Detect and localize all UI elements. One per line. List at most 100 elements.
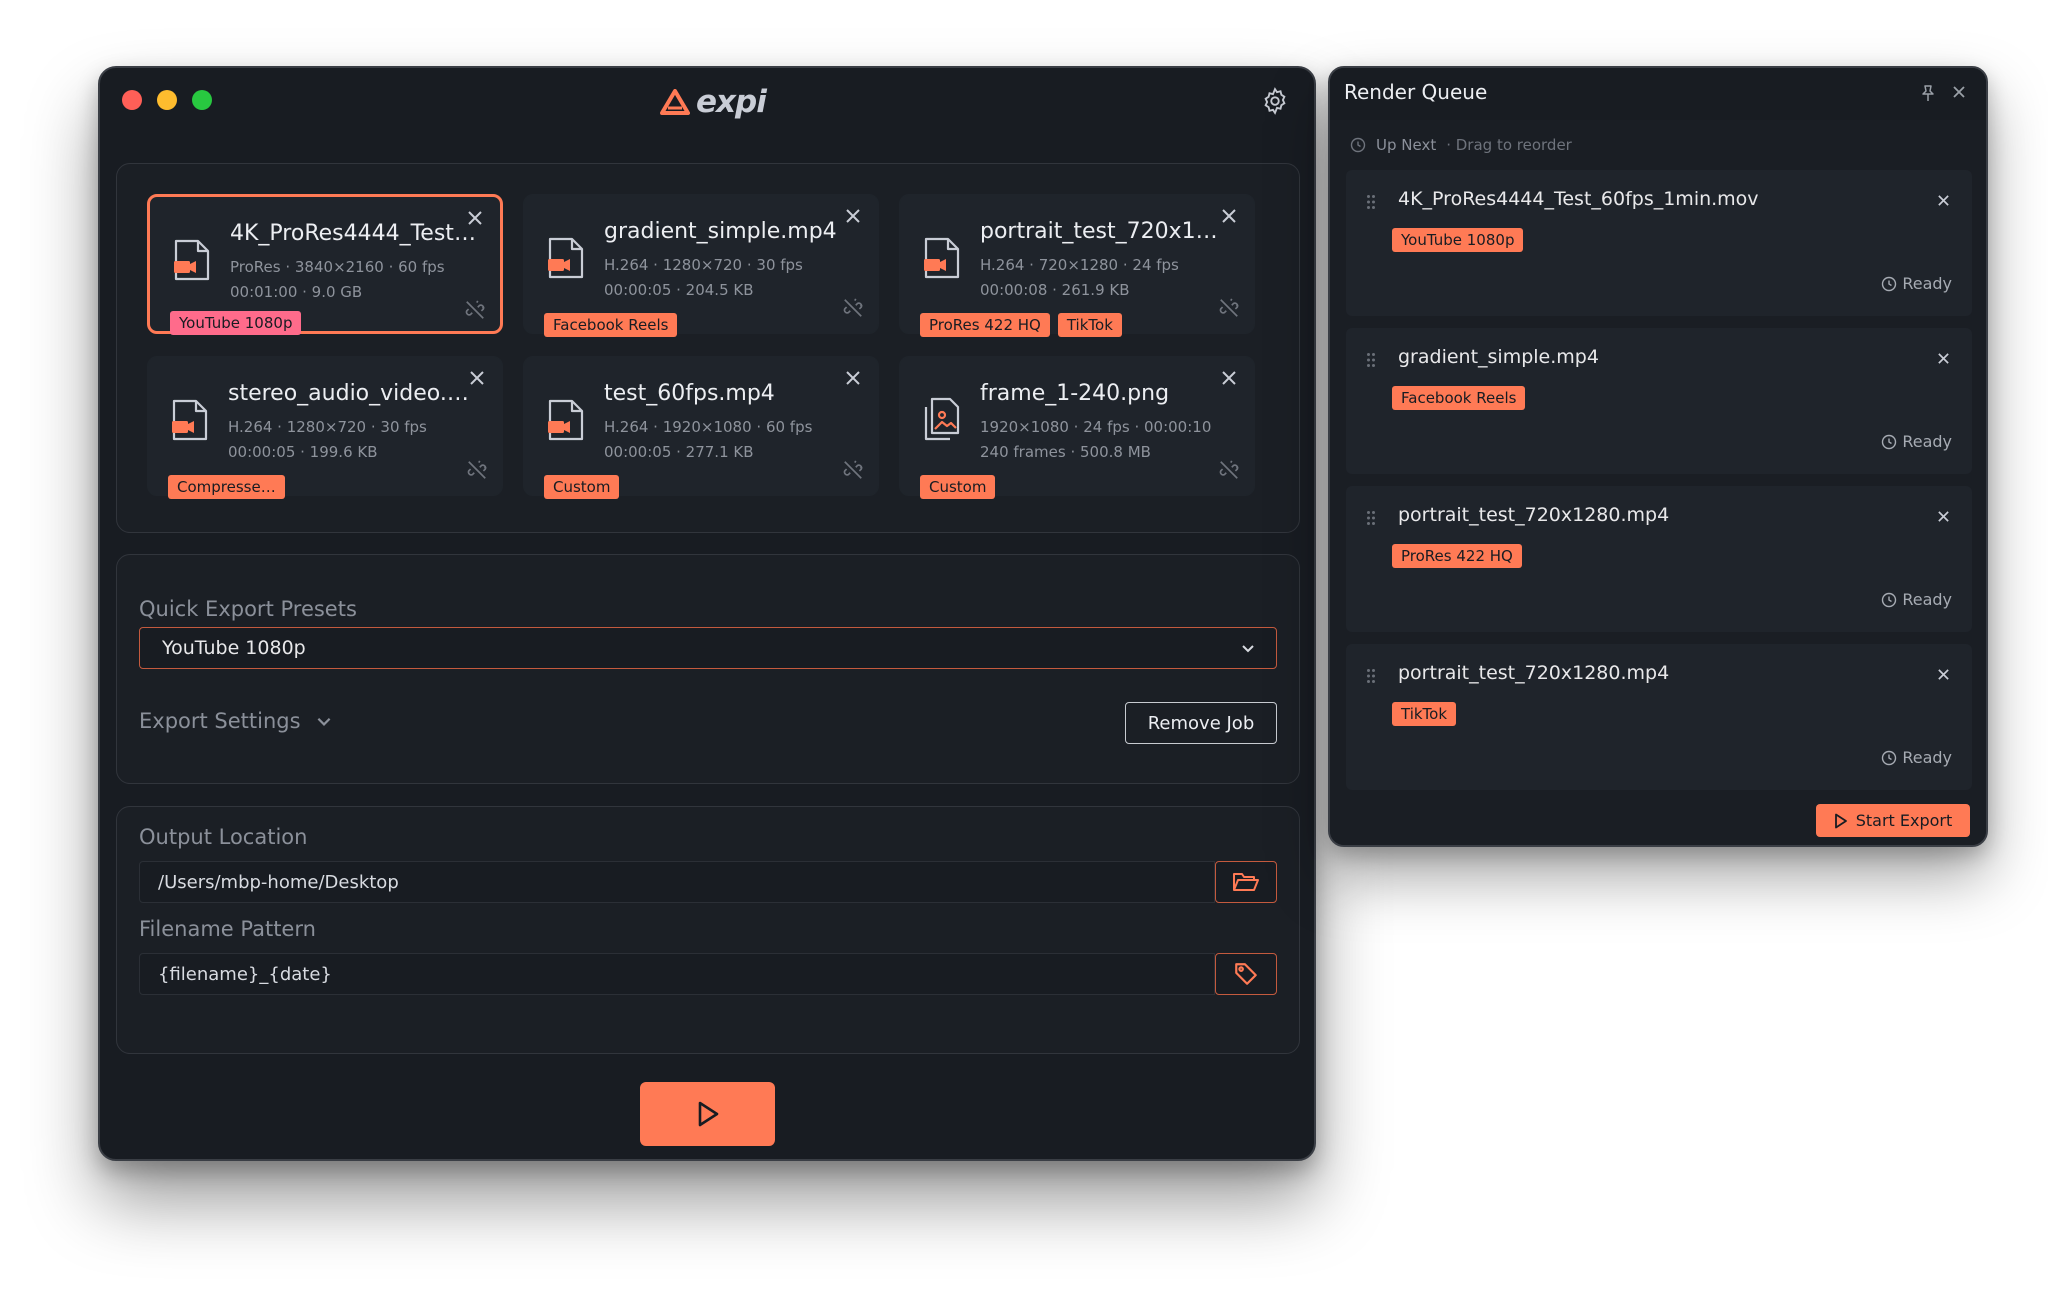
chevron-down-icon [1242, 645, 1254, 653]
preset-tags: YouTube 1080p [170, 311, 302, 335]
clock-icon [1882, 750, 1897, 765]
queue-item-name: gradient_simple.mp4 [1398, 346, 1599, 368]
close-icon[interactable] [1220, 369, 1238, 387]
file-meta-line: H.264 · 1280×720 · 30 fps [228, 418, 427, 436]
file-meta-line: 00:00:05 · 204.5 KB [604, 281, 754, 299]
video-file-icon [546, 397, 586, 443]
start-export-label: Start Export [1855, 811, 1953, 830]
unlink-icon[interactable] [842, 297, 864, 319]
preset-tag: YouTube 1080p [1392, 228, 1524, 252]
clock-icon [1882, 276, 1897, 291]
file-card[interactable]: 4K_ProRes4444_Test_6… ProRes · 3840×2160… [147, 194, 503, 335]
queue-item-status: Ready [1881, 432, 1952, 451]
close-icon[interactable] [1220, 207, 1238, 225]
close-window-button[interactable] [122, 90, 142, 110]
queue-item-status: Ready [1881, 748, 1952, 767]
file-meta-line: H.264 · 720×1280 · 24 fps [980, 256, 1179, 274]
remove-job-button[interactable]: Remove Job [1125, 702, 1277, 744]
drag-handle-icon[interactable] [1366, 668, 1376, 684]
preset-tag: YouTube 1080p [170, 311, 302, 335]
preset-tag: ProRes 422 HQ [1392, 544, 1522, 568]
file-card[interactable]: portrait_test_720x1280.… H.264 · 720×128… [899, 194, 1255, 337]
file-meta-line: H.264 · 1280×720 · 30 fps [604, 256, 803, 274]
file-name: portrait_test_720x1280.… [980, 219, 1230, 244]
render-queue-window: Render Queue Up Next · Drag to reorder 4… [1328, 66, 1988, 847]
file-meta: H.264 · 1920×1080 · 60 fps 00:00:05 · 27… [604, 415, 864, 465]
gear-icon [1264, 87, 1286, 115]
app-logo: expi [660, 80, 767, 124]
pin-icon[interactable] [1920, 84, 1936, 102]
close-icon[interactable] [466, 209, 484, 227]
queue-item-name: portrait_test_720x1280.mp4 [1398, 504, 1670, 526]
clock-icon [1350, 137, 1366, 153]
video-file-icon [170, 397, 210, 443]
status-text: Ready [1902, 432, 1952, 451]
close-icon[interactable] [844, 369, 862, 387]
unlink-icon[interactable] [466, 459, 488, 481]
file-meta-line: 00:00:05 · 199.6 KB [228, 443, 378, 461]
export-settings-toggle[interactable]: Export Settings [139, 709, 333, 733]
status-text: Ready [1902, 748, 1952, 767]
unlink-icon[interactable] [842, 459, 864, 481]
preset-selected-value: YouTube 1080p [162, 637, 306, 659]
close-icon[interactable] [1952, 85, 1966, 99]
preset-tags: ProRes 422 HQ TikTok [920, 313, 1122, 337]
unlink-icon[interactable] [1218, 459, 1240, 481]
drag-handle-icon[interactable] [1366, 194, 1376, 210]
output-location-label: Output Location [139, 825, 308, 849]
unlink-icon[interactable] [464, 299, 486, 321]
settings-button[interactable] [1260, 86, 1290, 116]
file-card[interactable]: gradient_simple.mp4 H.264 · 1280×720 · 3… [523, 194, 879, 337]
queue-item[interactable]: 4K_ProRes4444_Test_60fps_1min.mov YouTub… [1346, 170, 1972, 316]
queue-item-status: Ready [1881, 274, 1952, 293]
file-meta: H.264 · 1280×720 · 30 fps 00:00:05 · 204… [604, 253, 864, 303]
file-meta-line: 240 frames · 500.8 MB [980, 443, 1151, 461]
logo-text: expi [696, 84, 767, 120]
close-icon[interactable] [468, 369, 486, 387]
preset-tag: Facebook Reels [544, 313, 678, 337]
queue-item-name: portrait_test_720x1280.mp4 [1398, 662, 1670, 684]
file-card[interactable]: test_60fps.mp4 H.264 · 1920×1080 · 60 fp… [523, 356, 879, 499]
start-export-button[interactable]: Start Export [1816, 804, 1970, 837]
tag-icon [1235, 963, 1257, 985]
file-meta: H.264 · 1280×720 · 30 fps 00:00:05 · 199… [228, 415, 488, 465]
minimize-window-button[interactable] [157, 90, 177, 110]
queue-title: Render Queue [1344, 80, 1488, 104]
maximize-window-button[interactable] [192, 90, 212, 110]
unlink-icon[interactable] [1218, 297, 1240, 319]
insert-token-button[interactable] [1215, 953, 1277, 995]
filename-pattern-input[interactable]: {filename}_{date} [139, 953, 1215, 995]
browse-folder-button[interactable] [1215, 861, 1277, 903]
play-icon [698, 1101, 718, 1127]
preset-panel: Quick Export Presets YouTube 1080p Expor… [116, 554, 1300, 784]
file-name: stereo_audio_video.mp4 [228, 381, 478, 406]
status-text: Ready [1902, 590, 1952, 609]
file-meta-line: 00:01:00 · 9.0 GB [230, 283, 363, 301]
preset-dropdown[interactable]: YouTube 1080p [139, 627, 1277, 669]
close-icon[interactable] [844, 207, 862, 225]
preset-tags: Compresse… [168, 475, 285, 499]
clock-icon [1882, 434, 1897, 449]
queue-item[interactable]: gradient_simple.mp4 Facebook Reels Ready [1346, 328, 1972, 474]
drag-handle-icon[interactable] [1366, 352, 1376, 368]
output-location-input[interactable]: /Users/mbp-home/Desktop [139, 861, 1215, 903]
filename-pattern-value: {filename}_{date} [158, 963, 332, 985]
main-window: expi 4K_ProRes4444_Test_6… ProRes · 3840… [98, 66, 1316, 1161]
drag-handle-icon[interactable] [1366, 510, 1376, 526]
file-card[interactable]: stereo_audio_video.mp4 H.264 · 1280×720 … [147, 356, 503, 499]
close-icon[interactable] [1937, 668, 1950, 681]
queue-item-name: 4K_ProRes4444_Test_60fps_1min.mov [1398, 188, 1759, 210]
close-icon[interactable] [1937, 510, 1950, 523]
file-card[interactable]: frame_1-240.png 1920×1080 · 24 fps · 00:… [899, 356, 1255, 499]
queue-item[interactable]: portrait_test_720x1280.mp4 TikTok Ready [1346, 644, 1972, 790]
file-meta-line: ProRes · 3840×2160 · 60 fps [230, 258, 445, 276]
preset-tag: Custom [920, 475, 996, 499]
preset-tag: TikTok [1392, 702, 1457, 726]
video-file-icon [922, 235, 962, 281]
queue-body: Up Next · Drag to reorder 4K_ProRes4444_… [1330, 120, 1986, 845]
close-icon[interactable] [1937, 352, 1950, 365]
close-icon[interactable] [1937, 194, 1950, 207]
queue-item[interactable]: portrait_test_720x1280.mp4 ProRes 422 HQ… [1346, 486, 1972, 632]
render-play-button[interactable] [640, 1082, 775, 1146]
queue-item-status: Ready [1881, 590, 1952, 609]
